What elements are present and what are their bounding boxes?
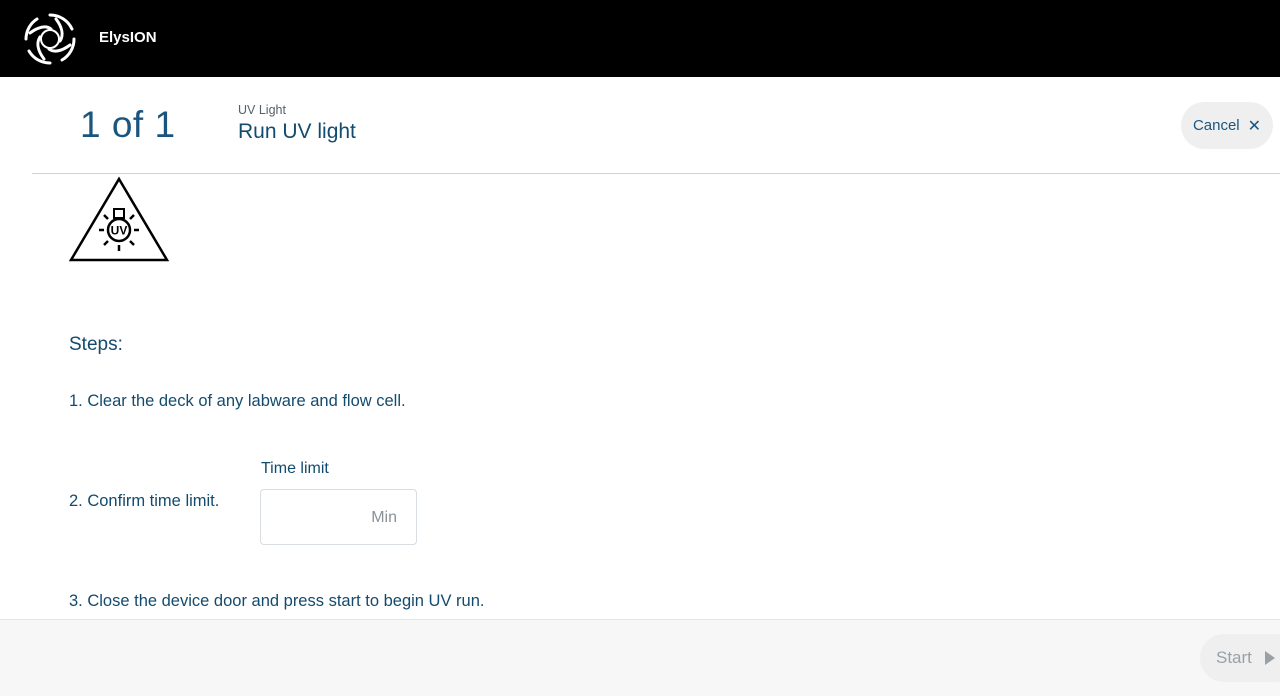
aperture-swirl-logo-icon[interactable]	[22, 11, 78, 67]
uv-warning-text: UV	[111, 224, 128, 238]
step-item-3: 3. Close the device door and press start…	[69, 592, 485, 610]
cancel-button[interactable]: Cancel ✕	[1181, 102, 1273, 149]
time-limit-field[interactable]: Min	[260, 489, 417, 545]
start-button[interactable]: Start	[1200, 634, 1280, 682]
top-bar: ElysION	[0, 0, 1280, 77]
time-limit-label: Time limit	[261, 460, 329, 477]
step-item-1: 1. Clear the deck of any labware and flo…	[69, 392, 406, 410]
step-counter: 1 of 1	[80, 104, 176, 145]
close-icon: ✕	[1247, 117, 1262, 135]
breadcrumb: UV Light	[238, 103, 286, 117]
footer-bar	[0, 619, 1280, 696]
header-divider	[32, 173, 1280, 174]
play-icon	[1264, 651, 1275, 665]
step-item-2: 2. Confirm time limit.	[69, 492, 220, 510]
page-title: Run UV light	[238, 120, 356, 143]
cancel-button-label: Cancel	[1192, 117, 1240, 134]
time-limit-input[interactable]	[269, 498, 363, 538]
start-button-label: Start	[1216, 648, 1252, 667]
time-limit-unit: Min	[371, 509, 397, 526]
app-name: ElysION	[99, 29, 157, 46]
uv-warning-icon: UV	[68, 176, 170, 262]
steps-heading: Steps:	[69, 334, 123, 355]
